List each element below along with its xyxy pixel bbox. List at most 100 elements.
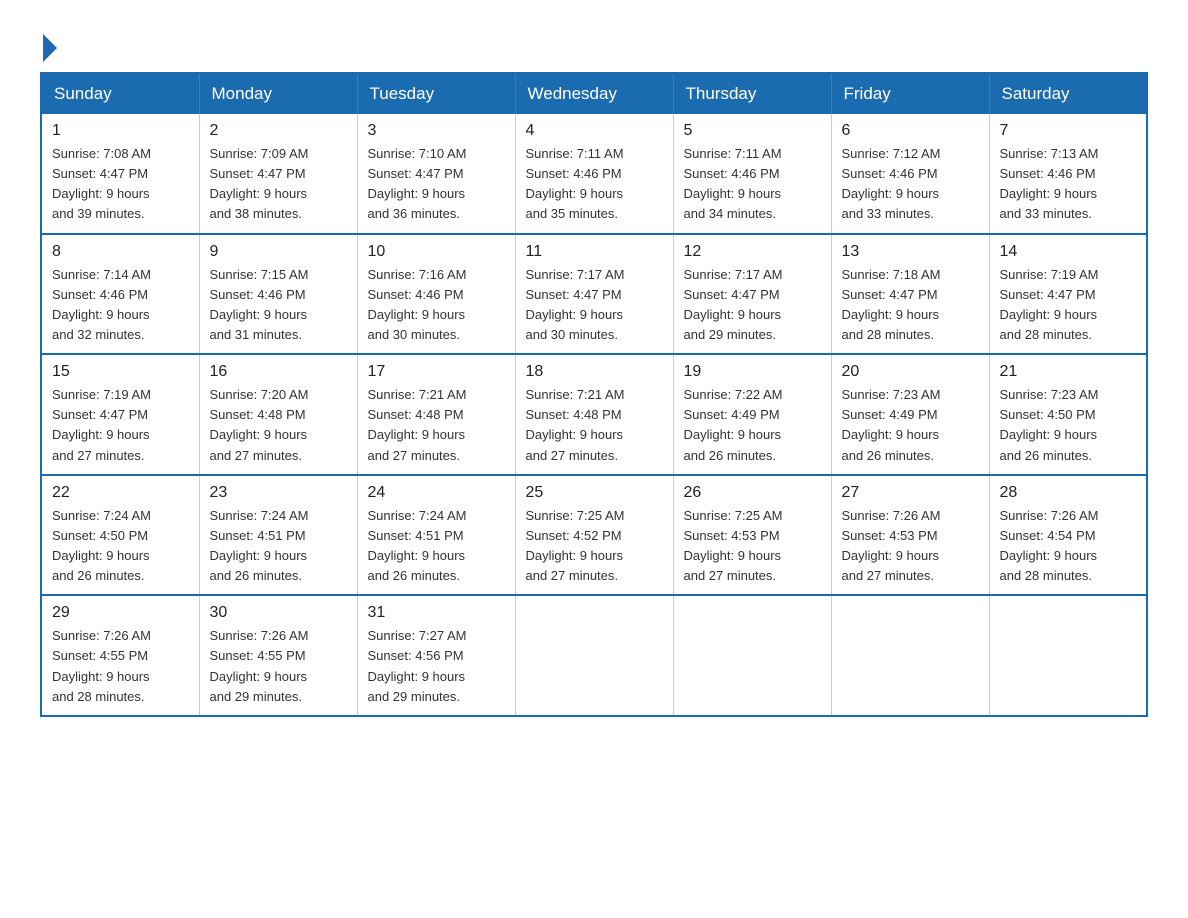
calendar-day-cell: 3 Sunrise: 7:10 AM Sunset: 4:47 PM Dayli… <box>357 114 515 234</box>
day-number: 9 <box>210 243 347 261</box>
day-number: 2 <box>210 122 347 140</box>
day-info: Sunrise: 7:15 AM Sunset: 4:46 PM Dayligh… <box>210 265 347 346</box>
day-of-week-header: Tuesday <box>357 73 515 114</box>
day-info: Sunrise: 7:21 AM Sunset: 4:48 PM Dayligh… <box>526 385 663 466</box>
calendar-day-cell: 13 Sunrise: 7:18 AM Sunset: 4:47 PM Dayl… <box>831 234 989 355</box>
calendar-day-cell: 27 Sunrise: 7:26 AM Sunset: 4:53 PM Dayl… <box>831 475 989 596</box>
day-number: 26 <box>684 484 821 502</box>
logo-arrow-icon <box>43 34 57 62</box>
page-header <box>40 30 1148 54</box>
calendar-day-cell: 26 Sunrise: 7:25 AM Sunset: 4:53 PM Dayl… <box>673 475 831 596</box>
calendar-week-row: 1 Sunrise: 7:08 AM Sunset: 4:47 PM Dayli… <box>41 114 1147 234</box>
calendar-day-cell: 10 Sunrise: 7:16 AM Sunset: 4:46 PM Dayl… <box>357 234 515 355</box>
day-info: Sunrise: 7:23 AM Sunset: 4:49 PM Dayligh… <box>842 385 979 466</box>
calendar-day-cell: 1 Sunrise: 7:08 AM Sunset: 4:47 PM Dayli… <box>41 114 199 234</box>
day-info: Sunrise: 7:22 AM Sunset: 4:49 PM Dayligh… <box>684 385 821 466</box>
day-number: 17 <box>368 363 505 381</box>
calendar-day-cell <box>673 595 831 716</box>
day-info: Sunrise: 7:26 AM Sunset: 4:54 PM Dayligh… <box>1000 506 1137 587</box>
calendar-day-cell: 8 Sunrise: 7:14 AM Sunset: 4:46 PM Dayli… <box>41 234 199 355</box>
day-info: Sunrise: 7:20 AM Sunset: 4:48 PM Dayligh… <box>210 385 347 466</box>
day-info: Sunrise: 7:16 AM Sunset: 4:46 PM Dayligh… <box>368 265 505 346</box>
calendar-day-cell: 20 Sunrise: 7:23 AM Sunset: 4:49 PM Dayl… <box>831 354 989 475</box>
day-of-week-header: Wednesday <box>515 73 673 114</box>
day-info: Sunrise: 7:19 AM Sunset: 4:47 PM Dayligh… <box>1000 265 1137 346</box>
day-info: Sunrise: 7:17 AM Sunset: 4:47 PM Dayligh… <box>684 265 821 346</box>
day-info: Sunrise: 7:10 AM Sunset: 4:47 PM Dayligh… <box>368 144 505 225</box>
day-info: Sunrise: 7:11 AM Sunset: 4:46 PM Dayligh… <box>526 144 663 225</box>
day-number: 21 <box>1000 363 1137 381</box>
day-number: 16 <box>210 363 347 381</box>
calendar-day-cell <box>989 595 1147 716</box>
day-number: 22 <box>52 484 189 502</box>
day-number: 15 <box>52 363 189 381</box>
calendar-day-cell: 16 Sunrise: 7:20 AM Sunset: 4:48 PM Dayl… <box>199 354 357 475</box>
day-number: 6 <box>842 122 979 140</box>
day-number: 23 <box>210 484 347 502</box>
day-number: 18 <box>526 363 663 381</box>
day-info: Sunrise: 7:25 AM Sunset: 4:52 PM Dayligh… <box>526 506 663 587</box>
calendar-day-cell: 7 Sunrise: 7:13 AM Sunset: 4:46 PM Dayli… <box>989 114 1147 234</box>
day-number: 19 <box>684 363 821 381</box>
calendar-day-cell: 19 Sunrise: 7:22 AM Sunset: 4:49 PM Dayl… <box>673 354 831 475</box>
calendar-week-row: 15 Sunrise: 7:19 AM Sunset: 4:47 PM Dayl… <box>41 354 1147 475</box>
calendar-day-cell: 2 Sunrise: 7:09 AM Sunset: 4:47 PM Dayli… <box>199 114 357 234</box>
day-of-week-header: Sunday <box>41 73 199 114</box>
day-info: Sunrise: 7:24 AM Sunset: 4:50 PM Dayligh… <box>52 506 189 587</box>
calendar-day-cell: 18 Sunrise: 7:21 AM Sunset: 4:48 PM Dayl… <box>515 354 673 475</box>
calendar-day-cell <box>515 595 673 716</box>
calendar-day-cell: 17 Sunrise: 7:21 AM Sunset: 4:48 PM Dayl… <box>357 354 515 475</box>
calendar-day-cell: 29 Sunrise: 7:26 AM Sunset: 4:55 PM Dayl… <box>41 595 199 716</box>
day-number: 20 <box>842 363 979 381</box>
day-number: 4 <box>526 122 663 140</box>
day-number: 5 <box>684 122 821 140</box>
calendar-day-cell: 24 Sunrise: 7:24 AM Sunset: 4:51 PM Dayl… <box>357 475 515 596</box>
day-info: Sunrise: 7:23 AM Sunset: 4:50 PM Dayligh… <box>1000 385 1137 466</box>
day-number: 25 <box>526 484 663 502</box>
day-info: Sunrise: 7:14 AM Sunset: 4:46 PM Dayligh… <box>52 265 189 346</box>
calendar-week-row: 22 Sunrise: 7:24 AM Sunset: 4:50 PM Dayl… <box>41 475 1147 596</box>
day-number: 28 <box>1000 484 1137 502</box>
day-of-week-header: Monday <box>199 73 357 114</box>
day-info: Sunrise: 7:08 AM Sunset: 4:47 PM Dayligh… <box>52 144 189 225</box>
day-number: 30 <box>210 604 347 622</box>
calendar-day-cell: 14 Sunrise: 7:19 AM Sunset: 4:47 PM Dayl… <box>989 234 1147 355</box>
calendar-day-cell: 11 Sunrise: 7:17 AM Sunset: 4:47 PM Dayl… <box>515 234 673 355</box>
day-info: Sunrise: 7:12 AM Sunset: 4:46 PM Dayligh… <box>842 144 979 225</box>
day-number: 7 <box>1000 122 1137 140</box>
day-number: 11 <box>526 243 663 261</box>
calendar-day-cell: 12 Sunrise: 7:17 AM Sunset: 4:47 PM Dayl… <box>673 234 831 355</box>
calendar-day-cell: 30 Sunrise: 7:26 AM Sunset: 4:55 PM Dayl… <box>199 595 357 716</box>
day-info: Sunrise: 7:18 AM Sunset: 4:47 PM Dayligh… <box>842 265 979 346</box>
day-info: Sunrise: 7:17 AM Sunset: 4:47 PM Dayligh… <box>526 265 663 346</box>
calendar-day-cell: 4 Sunrise: 7:11 AM Sunset: 4:46 PM Dayli… <box>515 114 673 234</box>
day-number: 12 <box>684 243 821 261</box>
day-info: Sunrise: 7:21 AM Sunset: 4:48 PM Dayligh… <box>368 385 505 466</box>
day-number: 29 <box>52 604 189 622</box>
day-info: Sunrise: 7:26 AM Sunset: 4:53 PM Dayligh… <box>842 506 979 587</box>
calendar-table: SundayMondayTuesdayWednesdayThursdayFrid… <box>40 72 1148 717</box>
calendar-week-row: 8 Sunrise: 7:14 AM Sunset: 4:46 PM Dayli… <box>41 234 1147 355</box>
day-info: Sunrise: 7:19 AM Sunset: 4:47 PM Dayligh… <box>52 385 189 466</box>
day-info: Sunrise: 7:25 AM Sunset: 4:53 PM Dayligh… <box>684 506 821 587</box>
day-number: 8 <box>52 243 189 261</box>
calendar-day-cell: 23 Sunrise: 7:24 AM Sunset: 4:51 PM Dayl… <box>199 475 357 596</box>
calendar-week-row: 29 Sunrise: 7:26 AM Sunset: 4:55 PM Dayl… <box>41 595 1147 716</box>
day-number: 31 <box>368 604 505 622</box>
day-info: Sunrise: 7:27 AM Sunset: 4:56 PM Dayligh… <box>368 626 505 707</box>
calendar-header-row: SundayMondayTuesdayWednesdayThursdayFrid… <box>41 73 1147 114</box>
day-of-week-header: Saturday <box>989 73 1147 114</box>
day-info: Sunrise: 7:24 AM Sunset: 4:51 PM Dayligh… <box>368 506 505 587</box>
day-number: 27 <box>842 484 979 502</box>
day-info: Sunrise: 7:11 AM Sunset: 4:46 PM Dayligh… <box>684 144 821 225</box>
day-number: 14 <box>1000 243 1137 261</box>
day-info: Sunrise: 7:26 AM Sunset: 4:55 PM Dayligh… <box>52 626 189 707</box>
day-info: Sunrise: 7:24 AM Sunset: 4:51 PM Dayligh… <box>210 506 347 587</box>
calendar-day-cell: 5 Sunrise: 7:11 AM Sunset: 4:46 PM Dayli… <box>673 114 831 234</box>
day-number: 1 <box>52 122 189 140</box>
calendar-day-cell: 25 Sunrise: 7:25 AM Sunset: 4:52 PM Dayl… <box>515 475 673 596</box>
calendar-day-cell: 22 Sunrise: 7:24 AM Sunset: 4:50 PM Dayl… <box>41 475 199 596</box>
logo <box>40 30 57 54</box>
day-number: 13 <box>842 243 979 261</box>
calendar-day-cell: 6 Sunrise: 7:12 AM Sunset: 4:46 PM Dayli… <box>831 114 989 234</box>
